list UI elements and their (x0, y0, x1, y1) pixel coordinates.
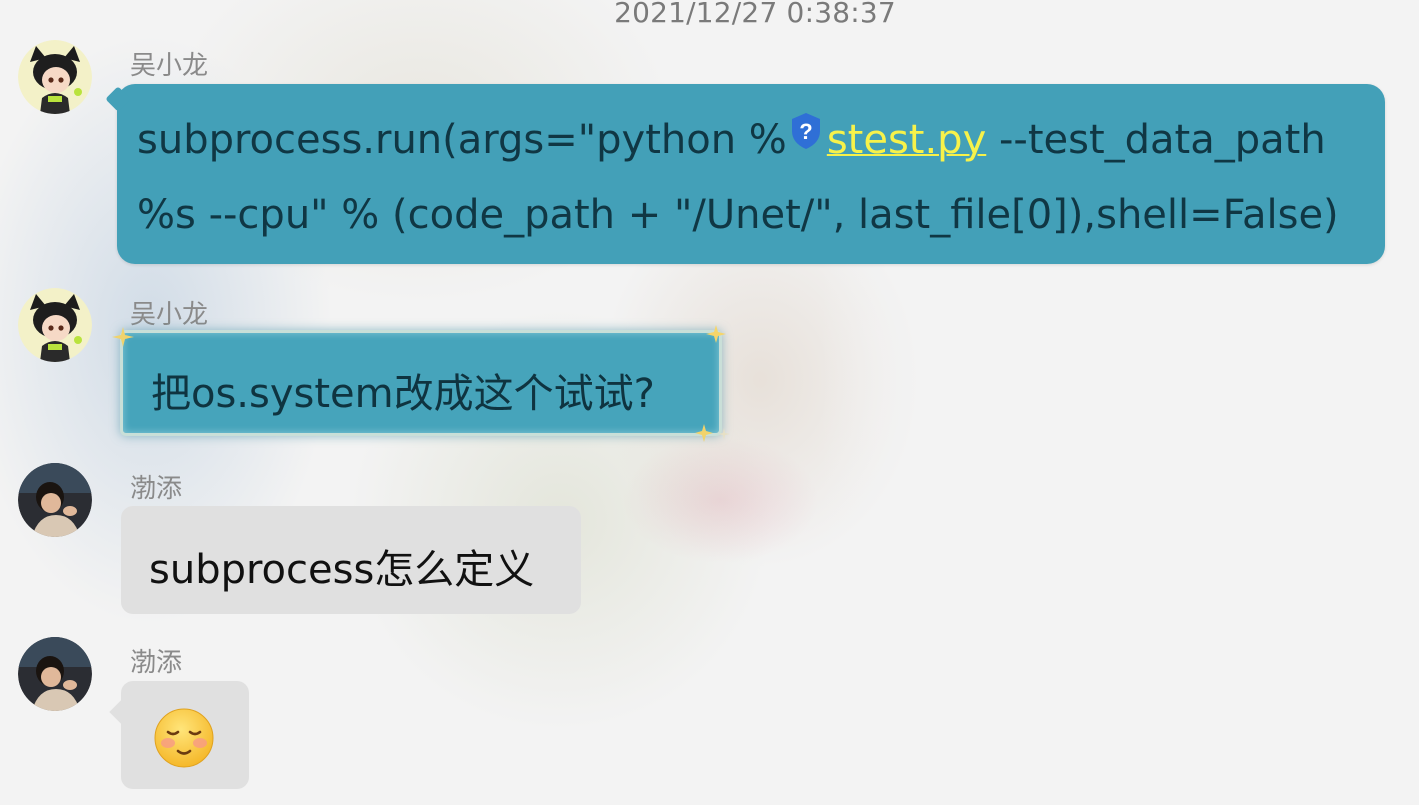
avatar-child-photo[interactable] (18, 637, 92, 711)
sender-name: 渤添 (130, 648, 183, 678)
blushing-face-emoji-icon (154, 708, 214, 768)
code-line-1: subprocess.run(args="python %? stest.py -… (137, 103, 1385, 178)
message-bubble-styled[interactable]: 把os.system改成这个试试? (120, 330, 722, 436)
message-bubble-code[interactable]: subprocess.run(args="python %? stest.py -… (105, 84, 1385, 264)
svg-text:?: ? (799, 119, 812, 144)
sparkle-decoration-icon (112, 327, 134, 347)
child-photo-avatar-icon (18, 463, 92, 537)
avatar-child-photo[interactable] (18, 463, 92, 537)
message-timestamp: 2021/12/27 0:38:37 (614, 0, 896, 29)
avatar-anime-cat-girl[interactable] (18, 40, 92, 114)
code-text-prefix: subprocess.run(args="python % (137, 117, 787, 163)
sender-name: 吴小龙 (130, 300, 209, 330)
file-link[interactable]: stest.py (827, 117, 986, 163)
anime-cat-girl-avatar-icon (18, 288, 92, 362)
sender-name: 渤添 (130, 474, 183, 504)
message-bubble[interactable]: subprocess怎么定义 (121, 506, 581, 614)
code-text-suffix: --test_data_path (986, 117, 1326, 163)
anime-cat-girl-avatar-icon (18, 40, 92, 114)
star-decoration-icon (706, 325, 726, 343)
message-text: 把os.system改成这个试试? (151, 371, 655, 417)
message-text: subprocess怎么定义 (149, 547, 535, 593)
code-line-2: %s --cpu" % (code_path + "/Unet/", last_… (137, 192, 1339, 238)
avatar-anime-cat-girl[interactable] (18, 288, 92, 362)
sender-name: 吴小龙 (130, 51, 209, 81)
message-bubble-emoji[interactable] (109, 681, 249, 789)
child-photo-avatar-icon (18, 637, 92, 711)
unknown-link-shield-icon: ? (789, 101, 823, 176)
sparkle-cluster-icon (695, 424, 730, 442)
